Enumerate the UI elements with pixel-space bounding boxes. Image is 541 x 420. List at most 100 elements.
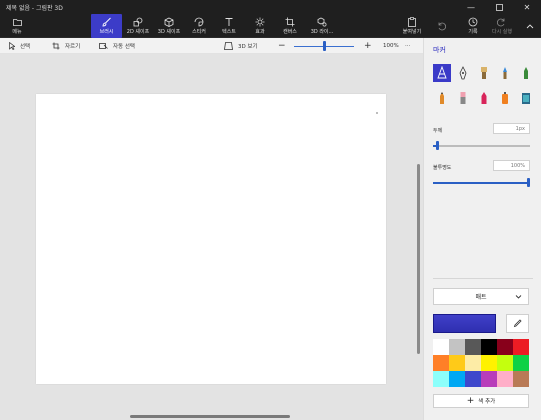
- brush-watercolor[interactable]: [496, 64, 514, 82]
- minus-icon: −: [278, 41, 286, 51]
- opacity-input[interactable]: 100%: [493, 160, 530, 171]
- eyedropper-icon: [513, 319, 522, 328]
- minimize-button[interactable]: —: [457, 0, 485, 14]
- undo-icon: [436, 21, 446, 31]
- horizontal-scrollbar[interactable]: [130, 415, 290, 418]
- tab-3d-shapes[interactable]: 3D 셰이프: [154, 14, 184, 38]
- tab-label: 효과: [255, 29, 265, 35]
- zoom-in-button[interactable]: +: [364, 38, 372, 54]
- watercolor-icon: [503, 67, 507, 79]
- brush-calligraphy-pen[interactable]: [454, 64, 472, 82]
- redo-button[interactable]: 다시 실행: [490, 14, 514, 38]
- opacity-slider-thumb[interactable]: [527, 178, 530, 187]
- zoom-slider-thumb[interactable]: [323, 41, 326, 51]
- menu-button[interactable]: 메뉴: [6, 14, 28, 38]
- color-swatch[interactable]: [465, 371, 481, 387]
- workspace: [0, 54, 423, 420]
- title-bar: 제목 없음 - 그림판 3D — ✕: [0, 0, 541, 14]
- color-swatch[interactable]: [449, 355, 465, 371]
- color-swatch[interactable]: [497, 371, 513, 387]
- 3d-shapes-icon: [164, 17, 174, 27]
- color-swatch[interactable]: [481, 339, 497, 355]
- color-swatch[interactable]: [449, 371, 465, 387]
- color-swatch[interactable]: [513, 371, 529, 387]
- color-swatch[interactable]: [497, 355, 513, 371]
- finish-dropdown[interactable]: 매트: [433, 288, 529, 305]
- current-color-swatch[interactable]: [433, 314, 496, 333]
- brush-eraser[interactable]: [454, 89, 472, 107]
- thickness-input[interactable]: 1px: [493, 123, 530, 134]
- 3d-view-button[interactable]: 3D 보기: [224, 38, 258, 54]
- add-color-button[interactable]: + 색 추가: [433, 394, 529, 408]
- eyedropper-button[interactable]: [506, 314, 529, 333]
- history-button[interactable]: 기록: [460, 14, 486, 38]
- text-icon: [224, 17, 234, 27]
- tab-text[interactable]: 텍스트: [216, 14, 242, 38]
- tab-stickers[interactable]: 스티커: [186, 14, 212, 38]
- brush-marker[interactable]: [433, 64, 451, 82]
- collapse-ribbon-button[interactable]: [522, 14, 538, 38]
- 2d-shapes-icon: [133, 17, 143, 27]
- crop-label: 자르기: [65, 44, 81, 50]
- color-swatch[interactable]: [433, 355, 449, 371]
- tab-effects[interactable]: 효과: [248, 14, 272, 38]
- magic-select-button[interactable]: 자동 선택: [99, 38, 135, 54]
- color-swatch[interactable]: [465, 355, 481, 371]
- color-swatch[interactable]: [513, 339, 529, 355]
- color-palette: [433, 339, 529, 387]
- history-icon: [468, 17, 478, 27]
- color-swatch[interactable]: [465, 339, 481, 355]
- maximize-icon: [495, 3, 503, 11]
- crop-icon: [52, 42, 60, 50]
- thickness-slider-track[interactable]: [433, 145, 530, 147]
- brush-crayon[interactable]: [475, 89, 493, 107]
- color-swatch[interactable]: [497, 339, 513, 355]
- marker-icon: [437, 66, 447, 79]
- sticker-icon: [194, 17, 204, 27]
- tab-3d-library[interactable]: 3D 라이...: [307, 14, 337, 38]
- paste-label: 붙여넣기: [402, 29, 422, 35]
- color-swatch[interactable]: [449, 339, 465, 355]
- color-swatch[interactable]: [513, 355, 529, 371]
- zoom-percent: 100%: [383, 43, 399, 49]
- color-swatch[interactable]: [433, 371, 449, 387]
- maximize-button[interactable]: [485, 0, 513, 14]
- undo-button[interactable]: [432, 14, 450, 38]
- paste-button[interactable]: 붙여넣기: [398, 14, 426, 38]
- select-label: 선택: [20, 44, 31, 50]
- more-options-button[interactable]: ···: [405, 38, 410, 54]
- magic-select-label: 자동 선택: [113, 44, 135, 50]
- drawing-canvas[interactable]: [36, 94, 386, 384]
- color-swatch[interactable]: [433, 339, 449, 355]
- tab-brushes[interactable]: 브러시: [91, 14, 122, 38]
- panel-divider: [433, 278, 533, 279]
- history-label: 기록: [468, 29, 478, 35]
- thickness-slider-thumb[interactable]: [436, 141, 440, 150]
- tab-canvas[interactable]: 캔버스: [277, 14, 303, 38]
- chevron-down-icon: [515, 295, 522, 299]
- brush-oil[interactable]: [475, 64, 493, 82]
- brush-pencil[interactable]: [433, 89, 451, 107]
- calligraphy-pen-icon: [459, 66, 467, 80]
- opacity-slider-fill: [433, 182, 530, 184]
- zoom-out-button[interactable]: −: [278, 38, 286, 54]
- canvas-resize-handle[interactable]: [376, 112, 378, 114]
- color-swatch[interactable]: [481, 371, 497, 387]
- close-button[interactable]: ✕: [513, 0, 541, 14]
- brush-pixel-pen[interactable]: [517, 64, 535, 82]
- tab-label: 스티커: [192, 29, 206, 35]
- tab-2d-shapes[interactable]: 2D 셰이프: [123, 14, 153, 38]
- vertical-scrollbar[interactable]: [417, 164, 420, 354]
- crayon-icon: [481, 92, 487, 104]
- color-swatch[interactable]: [481, 355, 497, 371]
- select-button[interactable]: 선택: [9, 38, 30, 54]
- ribbon: 메뉴 브러시 2D 셰이프 3D 셰이프 스티커 텍스트 효과 캔버스 3D 라…: [0, 14, 541, 38]
- brush-spray-can[interactable]: [496, 89, 514, 107]
- brush-fill[interactable]: [517, 89, 535, 107]
- crop-button[interactable]: 자르기: [52, 38, 80, 54]
- minimize-icon: —: [467, 2, 475, 12]
- tab-label: 캔버스: [283, 29, 297, 35]
- 3d-view-icon: [224, 42, 233, 50]
- menu-label: 메뉴: [12, 29, 22, 35]
- canvas-icon: [285, 17, 295, 27]
